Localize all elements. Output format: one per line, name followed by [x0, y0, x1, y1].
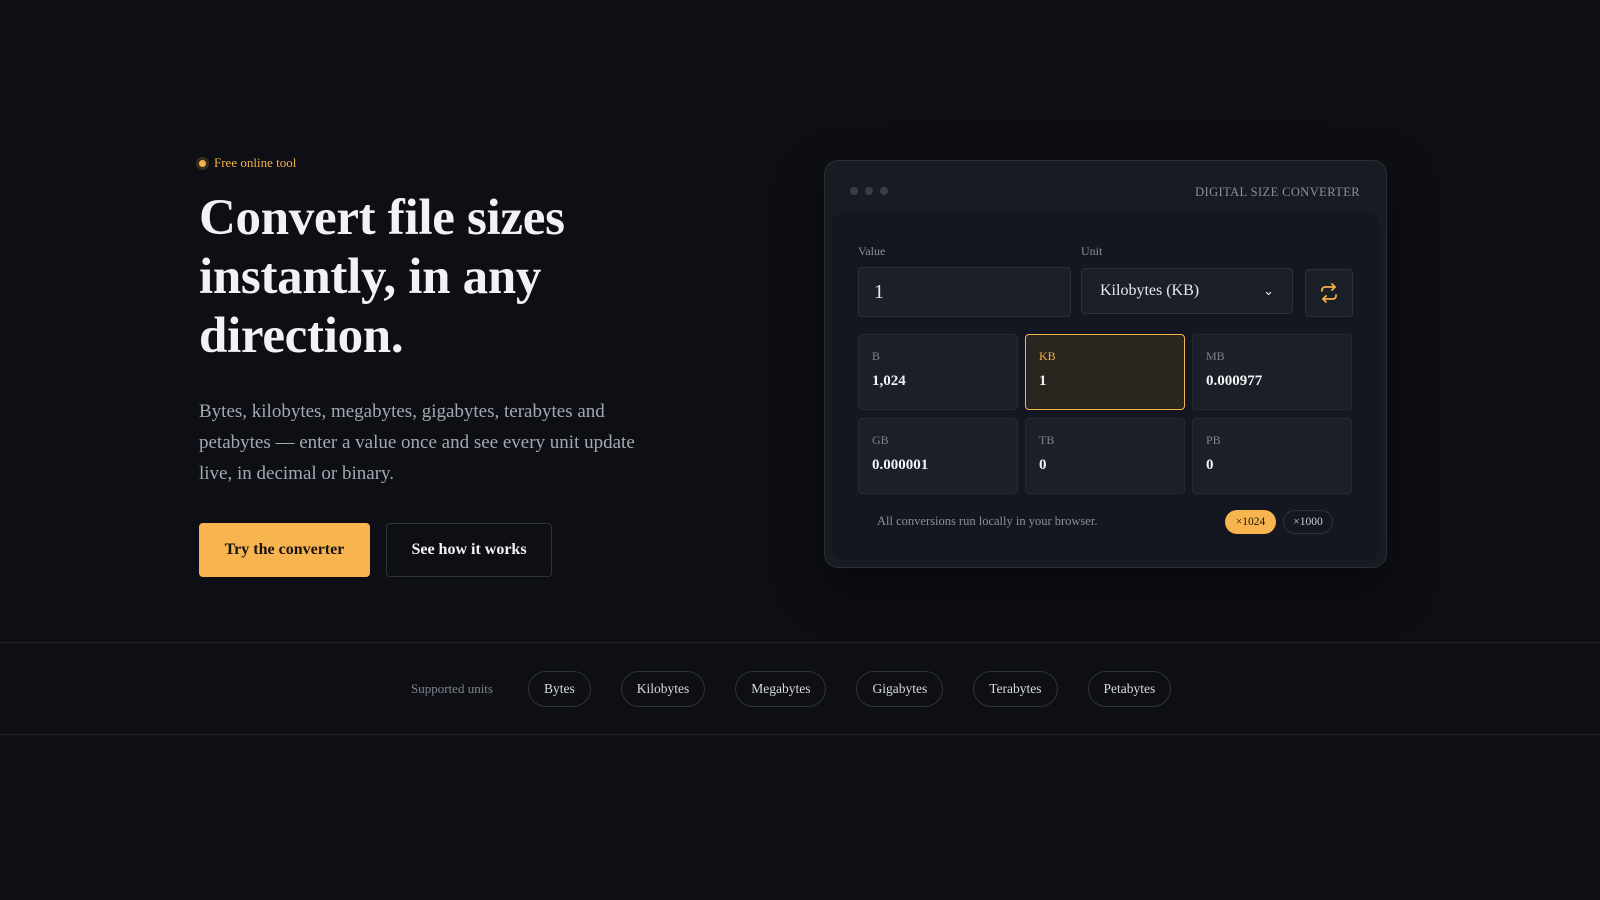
headline-line-2: instantly, in any	[199, 249, 542, 305]
try-converter-button[interactable]: Try the converter	[199, 523, 370, 577]
result-cell-kb[interactable]: KB 1	[1025, 334, 1185, 410]
window-dot-icon	[850, 187, 858, 195]
result-unit: B	[872, 349, 881, 363]
unit-select[interactable]: Kilobytes (KB) ⌄	[1081, 268, 1293, 314]
unit-chip-gigabytes[interactable]: Gigabytes	[856, 671, 944, 707]
converter-body: Value Unit 1 Kilobytes (KB) ⌄ B 1,024 KB…	[832, 213, 1379, 560]
headline-line-1: Convert file sizes	[199, 190, 565, 246]
binary-mode-toggle[interactable]: ×1024	[1225, 510, 1276, 534]
value-input[interactable]: 1	[858, 267, 1071, 317]
result-value: 0	[1206, 457, 1214, 473]
window-dots	[850, 187, 888, 195]
result-cell-tb[interactable]: TB 0	[1025, 418, 1185, 494]
decimal-mode-toggle[interactable]: ×1000	[1283, 510, 1333, 534]
supported-units-label: Supported units	[411, 681, 493, 696]
result-value: 0.000001	[872, 457, 929, 473]
result-cell-gb[interactable]: GB 0.000001	[858, 418, 1018, 494]
supported-units-row: Supported units Bytes Kilobytes Megabyte…	[411, 671, 1201, 707]
unit-chip-petabytes[interactable]: Petabytes	[1087, 671, 1172, 707]
result-cell-mb[interactable]: MB 0.000977	[1192, 334, 1352, 410]
unit-chip-megabytes[interactable]: Megabytes	[735, 671, 827, 707]
supported-units-strip: Supported units Bytes Kilobytes Megabyte…	[0, 642, 1600, 735]
value-input-text: 1	[874, 280, 884, 303]
swap-button[interactable]	[1305, 269, 1353, 317]
result-cell-b[interactable]: B 1,024	[858, 334, 1018, 410]
unit-label: Unit	[1081, 244, 1103, 258]
hero-tag-label: Free online tool	[214, 155, 297, 170]
result-cell-pb[interactable]: PB 0	[1192, 418, 1352, 494]
result-unit: KB	[1039, 349, 1056, 363]
result-value: 0	[1039, 457, 1047, 473]
hero-section: Free online tool Convert file sizes inst…	[199, 155, 669, 577]
hero-tag: Free online tool	[199, 155, 669, 171]
headline-line-3: direction.	[199, 308, 404, 364]
result-value: 1,024	[872, 373, 906, 389]
swap-icon	[1321, 283, 1337, 303]
dot-icon	[199, 159, 206, 167]
card-titlebar: DIGITAL SIZE CONVERTER	[825, 161, 1386, 213]
result-value: 0.000977	[1206, 373, 1263, 389]
window-dot-icon	[880, 187, 888, 195]
result-unit: MB	[1206, 349, 1225, 363]
converter-card: DIGITAL SIZE CONVERTER Value Unit 1 Kilo…	[824, 160, 1387, 568]
unit-chip-terabytes[interactable]: Terabytes	[973, 671, 1058, 707]
window-dot-icon	[865, 187, 873, 195]
local-conversion-note: All conversions run locally in your brow…	[877, 514, 1098, 528]
result-unit: TB	[1039, 433, 1055, 447]
cta-row: Try the converter See how it works	[199, 523, 669, 577]
unit-chip-bytes[interactable]: Bytes	[527, 671, 591, 707]
value-label: Value	[858, 244, 886, 258]
result-value: 1	[1039, 373, 1047, 389]
hero-headline: Convert file sizes instantly, in any dir…	[199, 189, 669, 366]
page: Free online tool Convert file sizes inst…	[0, 0, 1600, 900]
result-unit: PB	[1206, 433, 1221, 447]
unit-select-value: Kilobytes (KB)	[1100, 282, 1200, 299]
unit-chip-kilobytes[interactable]: Kilobytes	[620, 671, 706, 707]
hero-subtext: Bytes, kilobytes, megabytes, gigabytes, …	[199, 401, 635, 484]
result-unit: GB	[872, 433, 889, 447]
see-how-it-works-button[interactable]: See how it works	[386, 523, 552, 577]
converter-title: DIGITAL SIZE CONVERTER	[1195, 185, 1360, 199]
results-grid: B 1,024 KB 1 MB 0.000977 GB 0.000001 TB	[858, 334, 1353, 494]
chevron-down-icon: ⌄	[1263, 283, 1274, 298]
